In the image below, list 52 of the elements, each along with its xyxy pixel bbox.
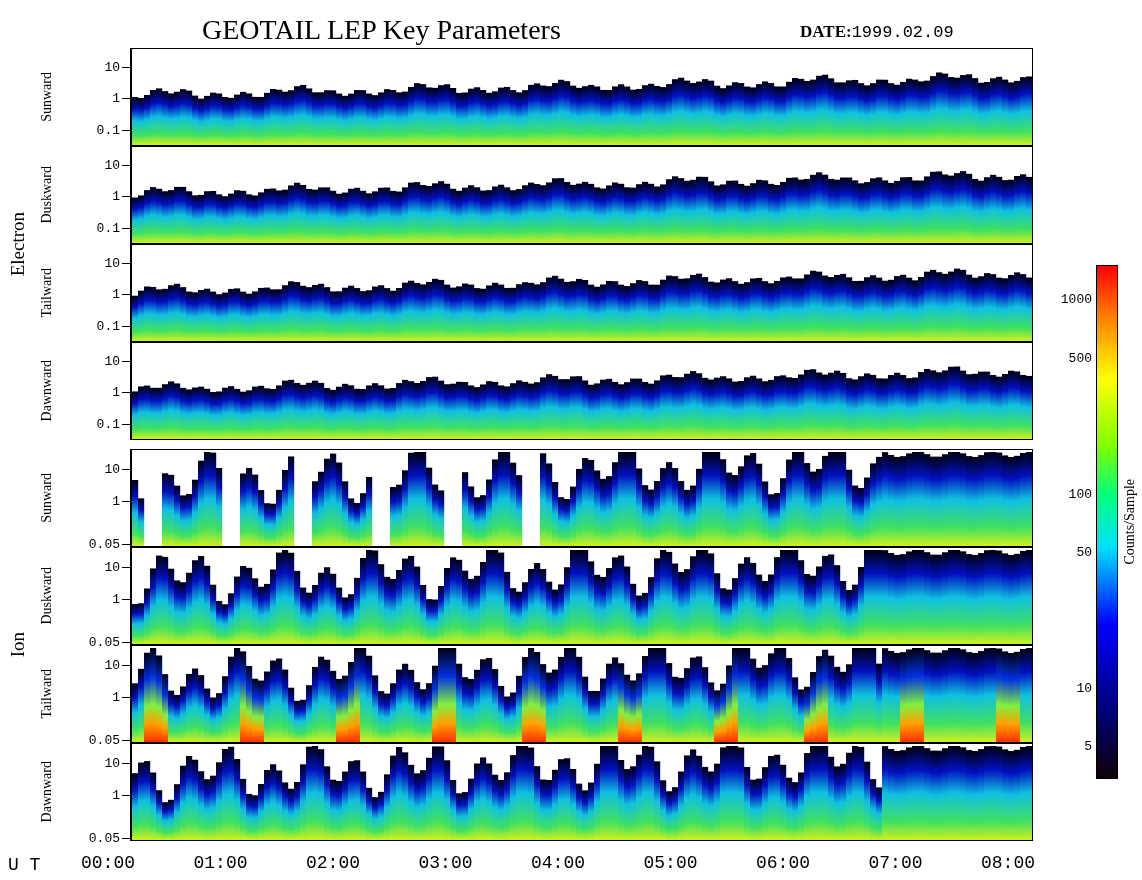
x-tick-label: 01:00: [193, 853, 248, 873]
y-tick-label: 10: [104, 658, 120, 672]
x-tick-label: 03:00: [418, 853, 473, 873]
y-tick-label: 1: [112, 91, 120, 105]
y-tick-label: 10: [104, 756, 120, 770]
y-tick-label: 0.05: [88, 733, 120, 747]
x-tick-label: 04:00: [531, 853, 585, 873]
date-label: DATE:1999.02.09: [800, 22, 954, 44]
y-tick-label: 10: [104, 60, 120, 74]
y-tick-label: 0.1: [96, 221, 120, 235]
colorbar-label: Counts/Sample: [1122, 479, 1138, 565]
colorbar-tick-label: 1000: [1060, 292, 1092, 306]
y-tick-label: 1: [112, 385, 120, 399]
colorbar-tick-label: 500: [1068, 351, 1092, 365]
chart-title: GEOTAIL LEP Key Parameters: [202, 14, 562, 46]
x-tick-label: 08:00: [981, 853, 1035, 873]
x-tick-label: 06:00: [756, 853, 810, 873]
colorbar-tick-label: 50: [1076, 545, 1092, 559]
colorbar-tick-label: 5: [1084, 739, 1092, 753]
direction-label: Duskward: [39, 567, 55, 625]
x-tick-label: 00:00: [81, 853, 135, 873]
direction-label: Dawnward: [39, 360, 55, 422]
y-tick-label: 1: [112, 287, 120, 301]
group-label: Ion: [7, 632, 29, 658]
direction-label: Tailward: [39, 669, 55, 719]
direction-label: Tailward: [39, 268, 55, 318]
y-tick-label: 0.05: [88, 537, 120, 551]
group-label: Electron: [7, 211, 29, 277]
y-tick-label: 0.1: [96, 417, 120, 431]
x-tick-label: 05:00: [643, 853, 698, 873]
y-tick-label: 10: [104, 256, 120, 270]
direction-label: Duskward: [39, 166, 55, 224]
y-tick-label: 10: [104, 462, 120, 476]
y-tick-label: 1: [112, 592, 120, 606]
y-tick-label: 1: [112, 788, 120, 802]
x-tick-label: 07:00: [868, 853, 923, 873]
y-tick-label: 0.05: [88, 831, 120, 845]
direction-label: Sunward: [39, 72, 55, 122]
y-tick-label: 10: [104, 560, 120, 574]
y-tick-label: 1: [112, 494, 120, 508]
x-tick-label: 02:00: [306, 853, 360, 873]
direction-label: Dawnward: [39, 761, 55, 823]
y-tick-label: 0.05: [88, 635, 120, 649]
y-tick-label: 0.1: [96, 319, 120, 333]
y-tick-label: 1: [112, 189, 120, 203]
colorbar-tick-label: 100: [1068, 487, 1092, 501]
y-tick-label: 10: [104, 354, 120, 368]
y-tick-label: 0.1: [96, 123, 120, 137]
y-tick-label: 1: [112, 690, 120, 704]
y-tick-label: 10: [104, 158, 120, 172]
colorbar-tick-label: 10: [1076, 681, 1092, 695]
direction-label: Sunward: [39, 473, 55, 523]
